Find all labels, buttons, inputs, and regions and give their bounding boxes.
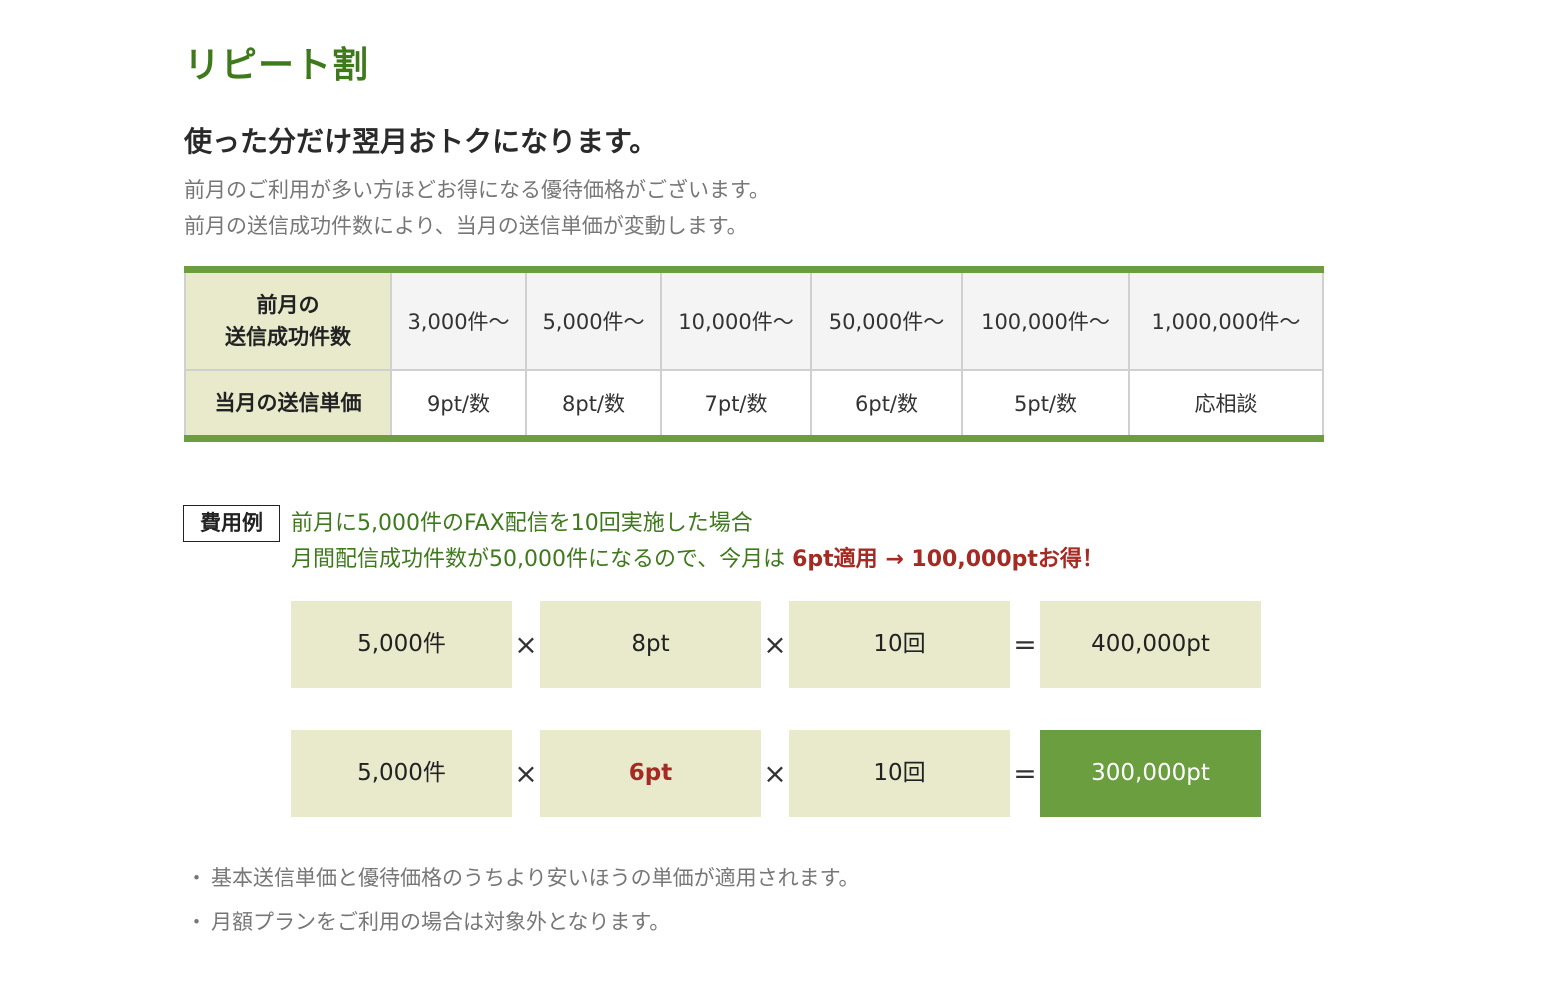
calc-times-box: 10回 xyxy=(789,601,1010,688)
section-title: リピート割 xyxy=(184,45,370,86)
price-cell: 7pt/数 xyxy=(660,369,812,440)
count-cell: 1,000,000件～ xyxy=(1128,268,1324,371)
headline: 使った分だけ翌月おトクになります。 xyxy=(184,125,658,158)
cost-example-description: 前月に5,000件のFAX配信を10回実施した場合 月間配信成功件数が50,00… xyxy=(291,506,1104,578)
note-item: 基本送信単価と優待価格のうちより安いほうの単価が適用されます。 xyxy=(186,856,859,900)
example-savings-emphasis: 6pt適用 → 100,000ptお得！ xyxy=(792,547,1104,572)
example-line-1: 前月に5,000件のFAX配信を10回実施した場合 xyxy=(291,511,753,536)
count-cell: 3,000件～ xyxy=(390,268,527,371)
calculation-row-discounted: 5,000件 × 6pt × 10回 = 300,000pt xyxy=(291,730,1261,817)
price-cell: 6pt/数 xyxy=(810,369,963,440)
table-row-current-unit-price: 当月の送信単価 9pt/数 8pt/数 7pt/数 6pt/数 5pt/数 応相… xyxy=(184,369,1324,440)
calc-unit-price-box: 8pt xyxy=(540,601,761,688)
row-header-current-unit-price: 当月の送信単価 xyxy=(184,369,392,440)
calculation-row-standard: 5,000件 × 8pt × 10回 = 400,000pt xyxy=(291,601,1261,688)
example-line-2: 月間配信成功件数が50,000件になるので、今月は 6pt適用 → 100,00… xyxy=(291,542,1104,578)
count-cell: 50,000件～ xyxy=(810,268,963,371)
equals-sign: = xyxy=(1013,757,1037,790)
equals-sign: = xyxy=(1013,628,1037,661)
row-header-line: 送信成功件数 xyxy=(225,325,351,349)
row-header-line: 前月の xyxy=(256,293,320,317)
count-cell: 100,000件～ xyxy=(961,268,1130,371)
calc-discounted-total-box: 300,000pt xyxy=(1040,730,1261,817)
calc-times-box: 10回 xyxy=(789,730,1010,817)
price-cell: 応相談 xyxy=(1128,369,1324,440)
intro-line: 前月の送信成功件数により、当月の送信単価が変動します。 xyxy=(184,214,748,238)
row-header-previous-month-count: 前月の 送信成功件数 xyxy=(184,268,392,371)
intro-text: 前月のご利用が多い方ほどお得になる優待価格がございます。 前月の送信成功件数によ… xyxy=(184,172,770,244)
cost-example-badge: 費用例 xyxy=(183,505,280,542)
price-cell: 8pt/数 xyxy=(525,369,662,440)
price-cell: 5pt/数 xyxy=(961,369,1130,440)
multiply-sign: × xyxy=(763,757,787,790)
calc-total-box: 400,000pt xyxy=(1040,601,1261,688)
discount-price-table: 前月の 送信成功件数 3,000件～ 5,000件～ 10,000件～ 50,0… xyxy=(184,266,1324,442)
count-cell: 5,000件～ xyxy=(525,268,662,371)
count-cell: 10,000件～ xyxy=(660,268,812,371)
notes-list: 基本送信単価と優待価格のうちより安いほうの単価が適用されます。 月額プランをご利… xyxy=(186,856,859,944)
price-cell: 9pt/数 xyxy=(390,369,527,440)
calc-count-box: 5,000件 xyxy=(291,601,512,688)
note-item: 月額プランをご利用の場合は対象外となります。 xyxy=(186,900,859,944)
multiply-sign: × xyxy=(514,757,538,790)
calc-discounted-unit-price-box: 6pt xyxy=(540,730,761,817)
table-row-previous-month-count: 前月の 送信成功件数 3,000件～ 5,000件～ 10,000件～ 50,0… xyxy=(184,268,1324,371)
multiply-sign: × xyxy=(763,628,787,661)
calc-count-box: 5,000件 xyxy=(291,730,512,817)
multiply-sign: × xyxy=(514,628,538,661)
example-line-2-prefix: 月間配信成功件数が50,000件になるので、今月は xyxy=(291,547,793,572)
intro-line: 前月のご利用が多い方ほどお得になる優待価格がございます。 xyxy=(184,178,770,202)
